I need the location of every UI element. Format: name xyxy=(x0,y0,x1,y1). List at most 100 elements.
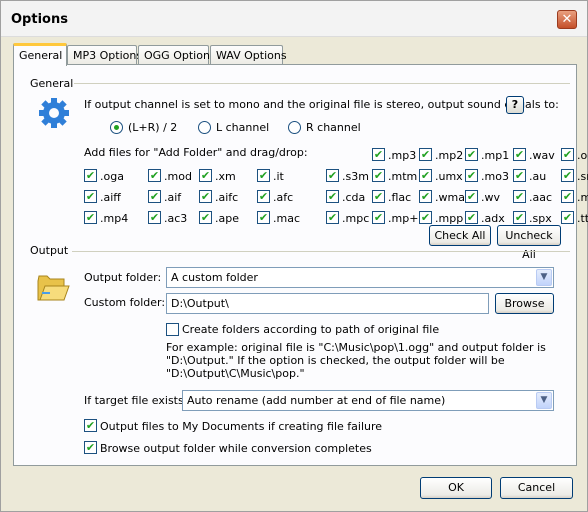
radio-l-plus-r[interactable] xyxy=(110,121,123,134)
radio-r-channel-label: R channel xyxy=(306,121,361,134)
chevron-down-icon[interactable]: ▼ xyxy=(536,392,552,409)
extension-checkbox[interactable] xyxy=(257,211,270,224)
folder-icon xyxy=(37,275,70,301)
extension-checkbox[interactable] xyxy=(465,190,478,203)
extension-checkbox[interactable] xyxy=(372,148,385,161)
extension-label: .umx xyxy=(435,170,463,183)
extension-checkbox[interactable] xyxy=(513,190,526,203)
tab-mp3-options[interactable]: MP3 Options xyxy=(67,45,142,65)
extension-label: .tta xyxy=(577,212,588,225)
extension-label: .ogg xyxy=(577,149,588,162)
extension-label: .au xyxy=(529,170,547,183)
extension-checkbox[interactable] xyxy=(84,211,97,224)
uncheck-all-button[interactable]: Uncheck All xyxy=(497,225,561,261)
extension-label: .aif xyxy=(164,191,182,204)
extension-checkbox[interactable] xyxy=(419,211,432,224)
extension-label: .ac3 xyxy=(164,212,188,225)
extension-checkbox[interactable] xyxy=(419,148,432,161)
my-documents-checkbox[interactable] xyxy=(84,419,97,432)
extension-label: .mtm xyxy=(388,170,418,183)
example-text-line-3: "D:\Output\C\Music\pop." xyxy=(166,367,305,380)
general-group-label: General xyxy=(30,77,74,90)
extension-checkbox[interactable] xyxy=(84,190,97,203)
extension-checkbox[interactable] xyxy=(465,169,478,182)
extension-label: .mp3 xyxy=(388,149,417,162)
extension-checkbox[interactable] xyxy=(419,190,432,203)
extension-checkbox[interactable] xyxy=(513,169,526,182)
extension-label: .mp4 xyxy=(100,212,129,225)
general-divider xyxy=(74,83,570,84)
extension-label: .mpc xyxy=(342,212,370,225)
browse-output-label: Browse output folder while conversion co… xyxy=(100,442,372,455)
extension-checkbox[interactable] xyxy=(326,190,339,203)
extension-checkbox[interactable] xyxy=(561,190,574,203)
extension-checkbox[interactable] xyxy=(148,190,161,203)
options-dialog: Options ✕ General MP3 Options OGG Option… xyxy=(0,0,588,512)
browse-output-checkbox[interactable] xyxy=(84,441,97,454)
tab-wav-options[interactable]: WAV Options xyxy=(210,45,287,65)
help-button[interactable]: ? xyxy=(506,96,524,114)
extension-checkbox[interactable] xyxy=(148,169,161,182)
extension-checkbox[interactable] xyxy=(84,169,97,182)
window-title: Options xyxy=(11,12,68,27)
extension-label: .mp1 xyxy=(481,149,510,162)
extension-checkbox[interactable] xyxy=(372,190,385,203)
ok-button[interactable]: OK xyxy=(420,477,492,499)
extension-checkbox[interactable] xyxy=(199,211,212,224)
output-divider xyxy=(72,251,570,252)
extension-checkbox[interactable] xyxy=(257,190,270,203)
output-folder-select[interactable]: A custom folder ▼ xyxy=(166,267,554,288)
extension-checkbox[interactable] xyxy=(419,169,432,182)
create-folders-label: Create folders according to path of orig… xyxy=(182,323,440,336)
extension-label: .s3m xyxy=(342,170,369,183)
extension-checkbox[interactable] xyxy=(372,211,385,224)
extension-checkbox[interactable] xyxy=(148,211,161,224)
extension-label: .mp2 xyxy=(435,149,464,162)
extension-checkbox[interactable] xyxy=(199,169,212,182)
output-group-label: Output xyxy=(30,244,69,257)
extension-label: .m4a xyxy=(577,191,588,204)
extension-checkbox[interactable] xyxy=(326,211,339,224)
extension-label: .aifc xyxy=(215,191,239,204)
extension-label: .xm xyxy=(215,170,236,183)
extension-checkbox[interactable] xyxy=(561,211,574,224)
browse-button[interactable]: Browse xyxy=(495,293,554,314)
extension-label: .adx xyxy=(481,212,505,225)
output-folder-value: A custom folder xyxy=(171,271,258,284)
extension-label: .wv xyxy=(481,191,501,204)
extension-checkbox[interactable] xyxy=(513,148,526,161)
tab-general[interactable]: General xyxy=(13,43,67,66)
extension-label: .aiff xyxy=(100,191,121,204)
extension-checkbox[interactable] xyxy=(199,190,212,203)
custom-folder-input[interactable]: D:\Output\ xyxy=(166,293,489,314)
extension-checkbox[interactable] xyxy=(372,169,385,182)
create-folders-checkbox[interactable] xyxy=(166,323,179,336)
extension-label: .mod xyxy=(164,170,192,183)
extension-checkbox[interactable] xyxy=(561,148,574,161)
target-exists-label: If target file exists xyxy=(84,394,184,407)
extension-checkbox[interactable] xyxy=(561,169,574,182)
extension-label: .mp+ xyxy=(388,212,419,225)
extension-label: .aac xyxy=(529,191,553,204)
cancel-button[interactable]: Cancel xyxy=(500,477,573,499)
extension-label: .mo3 xyxy=(481,170,509,183)
extension-checkbox[interactable] xyxy=(257,169,270,182)
radio-l-channel[interactable] xyxy=(198,121,211,134)
extension-label: .wma xyxy=(435,191,465,204)
target-exists-value: Auto rename (add number at end of file n… xyxy=(187,394,446,407)
tab-ogg-options[interactable]: OGG Options xyxy=(138,45,216,65)
check-all-button[interactable]: Check All xyxy=(429,225,491,246)
general-tab-panel: General If output channel is set to mono xyxy=(13,64,588,466)
mono-description: If output channel is set to mono and the… xyxy=(84,98,559,111)
custom-folder-label: Custom folder: xyxy=(84,296,166,309)
target-exists-select[interactable]: Auto rename (add number at end of file n… xyxy=(182,390,554,411)
example-text-line-2: "D:\Output." If the option is checked, t… xyxy=(166,354,505,367)
extension-checkbox[interactable] xyxy=(465,148,478,161)
extension-label: .cda xyxy=(342,191,366,204)
extension-checkbox[interactable] xyxy=(513,211,526,224)
close-button[interactable]: ✕ xyxy=(557,10,577,29)
chevron-down-icon[interactable]: ▼ xyxy=(536,269,552,286)
radio-r-channel[interactable] xyxy=(288,121,301,134)
extension-checkbox[interactable] xyxy=(326,169,339,182)
extension-checkbox[interactable] xyxy=(465,211,478,224)
